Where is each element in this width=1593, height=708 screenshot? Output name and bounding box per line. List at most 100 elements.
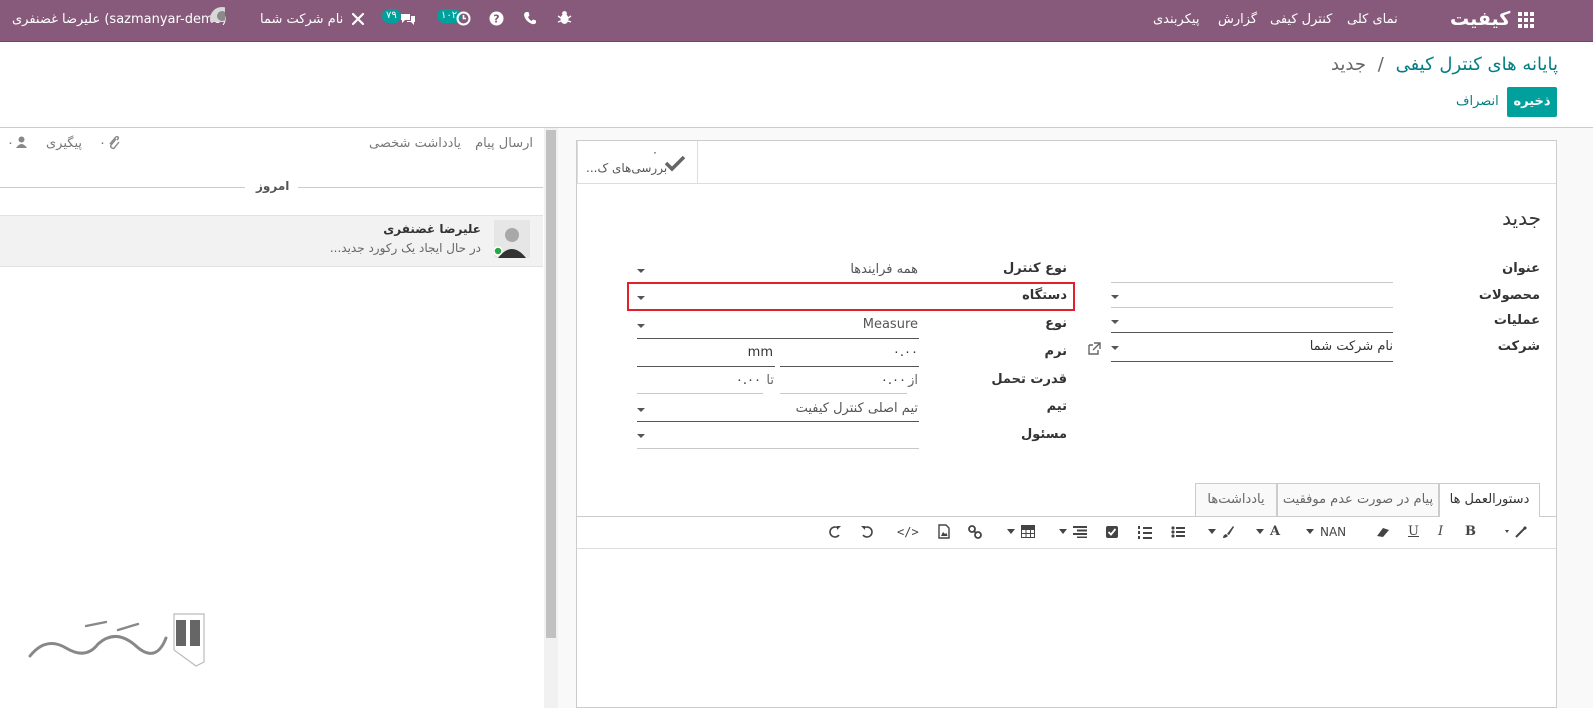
magic-wand-icon[interactable] xyxy=(1504,525,1532,539)
button-box-divider xyxy=(577,183,1556,184)
log-note-button[interactable]: یادداشت شخصی xyxy=(369,136,461,151)
operations-input[interactable] xyxy=(1111,332,1393,333)
followers-count[interactable]: ۰ xyxy=(7,136,14,151)
message-body: در حال ایجاد یک رکورد جدید... xyxy=(329,241,481,255)
title-input[interactable] xyxy=(1111,282,1393,283)
eraser-icon[interactable] xyxy=(1375,526,1391,538)
font-size-dropdown[interactable]: NAN xyxy=(1320,523,1346,541)
clock-icon[interactable] xyxy=(456,11,472,27)
user-menu-label[interactable]: علیرضا غضنفری (sazmanyar-demo) xyxy=(12,12,227,27)
type-input[interactable] xyxy=(637,338,919,339)
user-avatar[interactable] xyxy=(209,6,225,22)
tolerance-from-input[interactable] xyxy=(780,393,907,394)
company-dropdown-icon[interactable] xyxy=(1111,346,1119,350)
breadcrumb: پایانه های کنترل کیفی / جدید xyxy=(1331,54,1558,75)
align-icon[interactable] xyxy=(1073,526,1087,538)
followers-icon[interactable] xyxy=(16,136,27,148)
type-dropdown-icon[interactable] xyxy=(637,324,645,328)
responsible-label: مسئول xyxy=(1020,427,1067,442)
message-author[interactable]: علیرضا غضنفری xyxy=(383,222,481,236)
numbered-list-icon[interactable] xyxy=(1138,525,1152,539)
team-dropdown-icon[interactable] xyxy=(637,408,645,412)
instructions-editor[interactable] xyxy=(578,549,1555,707)
menu-item-configuration[interactable]: پیکربندی xyxy=(1153,12,1199,27)
menu-item-reporting[interactable]: گزارش xyxy=(1218,12,1257,27)
svg-text:?: ? xyxy=(493,13,499,26)
breadcrumb-parent-link[interactable]: پایانه های کنترل کیفی xyxy=(1396,54,1558,75)
tools-icon[interactable] xyxy=(351,12,367,28)
save-button[interactable]: ذخیره xyxy=(1507,87,1557,117)
operations-label: عملیات xyxy=(1493,313,1540,328)
paint-brush-icon[interactable] xyxy=(1221,525,1235,539)
table-caret-icon[interactable] xyxy=(1007,529,1015,535)
tolerance-to-input[interactable] xyxy=(637,393,763,394)
company-input[interactable] xyxy=(1111,361,1393,362)
tab-notes[interactable]: یادداشت‌ها xyxy=(1195,483,1277,516)
chatter-scrollbar-thumb[interactable] xyxy=(546,130,556,638)
tabs-divider xyxy=(577,516,1556,517)
type-value[interactable]: Measure xyxy=(863,317,918,332)
message-author-avatar[interactable] xyxy=(494,220,530,258)
discard-button[interactable]: انصراف xyxy=(1456,94,1499,109)
device-dropdown-icon[interactable] xyxy=(637,296,645,300)
date-divider-left xyxy=(0,187,245,188)
company-switcher[interactable]: نام شرکت شما xyxy=(260,12,343,27)
apps-grid-icon[interactable] xyxy=(1518,12,1534,28)
norm-value[interactable]: ۰.۰۰ xyxy=(893,345,918,360)
phone-icon[interactable] xyxy=(523,11,539,27)
bold-button[interactable]: B xyxy=(1465,523,1476,541)
font-color-caret-icon[interactable] xyxy=(1256,529,1264,535)
underline-button[interactable]: U xyxy=(1408,523,1419,541)
code-view-button[interactable]: </> xyxy=(897,523,919,541)
follow-button[interactable]: پیگیری xyxy=(46,136,82,151)
breadcrumb-separator: / xyxy=(1377,54,1384,75)
font-color-icon[interactable]: A xyxy=(1270,523,1280,541)
highlight-caret-icon[interactable] xyxy=(1208,529,1216,535)
undo-icon[interactable] xyxy=(860,525,874,539)
team-input[interactable] xyxy=(637,421,919,422)
external-link-icon[interactable] xyxy=(1087,342,1101,356)
norm-input[interactable] xyxy=(780,366,919,367)
paperclip-icon[interactable] xyxy=(108,136,120,150)
help-icon[interactable]: ? xyxy=(489,11,505,27)
bullet-list-icon[interactable] xyxy=(1171,526,1185,538)
insert-image-icon[interactable] xyxy=(938,524,950,539)
redo-icon[interactable] xyxy=(828,525,842,539)
quality-checks-smart-button[interactable]: ۰ بررسی‌های ک... xyxy=(577,141,698,183)
checklist-icon[interactable] xyxy=(1105,525,1119,539)
tolerance-to-value[interactable]: ۰.۰۰ xyxy=(736,373,761,388)
norm-unit-input[interactable] xyxy=(637,366,775,367)
smart-button-label: بررسی‌های ک... xyxy=(586,161,668,175)
menu-item-quality-control[interactable]: کنترل کیفی xyxy=(1270,12,1332,27)
control-type-dropdown-icon[interactable] xyxy=(637,269,645,273)
font-size-caret-icon[interactable] xyxy=(1306,529,1314,535)
type-label: نوع xyxy=(1045,316,1067,331)
tolerance-from-value[interactable]: ۰.۰۰ xyxy=(881,373,906,388)
tab-instructions[interactable]: دستورالعمل ها xyxy=(1439,483,1540,517)
tolerance-from-label: از xyxy=(908,373,918,388)
tab-failure-message[interactable]: پیام در صورت عدم موفقیت xyxy=(1277,483,1439,516)
menu-item-overview[interactable]: نمای کلی xyxy=(1347,12,1398,27)
attachments-count[interactable]: ۰ xyxy=(99,136,106,151)
smart-button-count: ۰ xyxy=(652,146,658,159)
debug-bug-icon[interactable] xyxy=(557,10,573,26)
company-value[interactable]: نام شرکت شما xyxy=(1310,339,1393,354)
responsible-dropdown-icon[interactable] xyxy=(637,434,645,438)
responsible-input[interactable] xyxy=(637,448,919,449)
paragraph-caret-icon[interactable] xyxy=(1059,529,1067,535)
app-brand[interactable]: کیفیت xyxy=(1450,8,1510,30)
italic-button[interactable]: I xyxy=(1438,523,1443,541)
watermark-logo xyxy=(28,613,205,667)
send-message-button[interactable]: ارسال پیام xyxy=(475,136,533,151)
device-label: دستگاه xyxy=(1022,288,1067,303)
chat-icon[interactable] xyxy=(400,12,416,28)
control-type-value[interactable]: همه فرایندها xyxy=(850,262,918,277)
norm-unit[interactable]: mm xyxy=(748,345,773,360)
products-dropdown-icon[interactable] xyxy=(1111,295,1119,299)
operations-dropdown-icon[interactable] xyxy=(1111,320,1119,324)
link-icon[interactable] xyxy=(968,525,982,539)
tolerance-label: قدرت تحمل xyxy=(991,372,1067,387)
team-value[interactable]: تیم اصلی کنترل کیفیت xyxy=(796,401,918,416)
products-input[interactable] xyxy=(1111,307,1393,308)
table-icon[interactable] xyxy=(1021,525,1035,538)
